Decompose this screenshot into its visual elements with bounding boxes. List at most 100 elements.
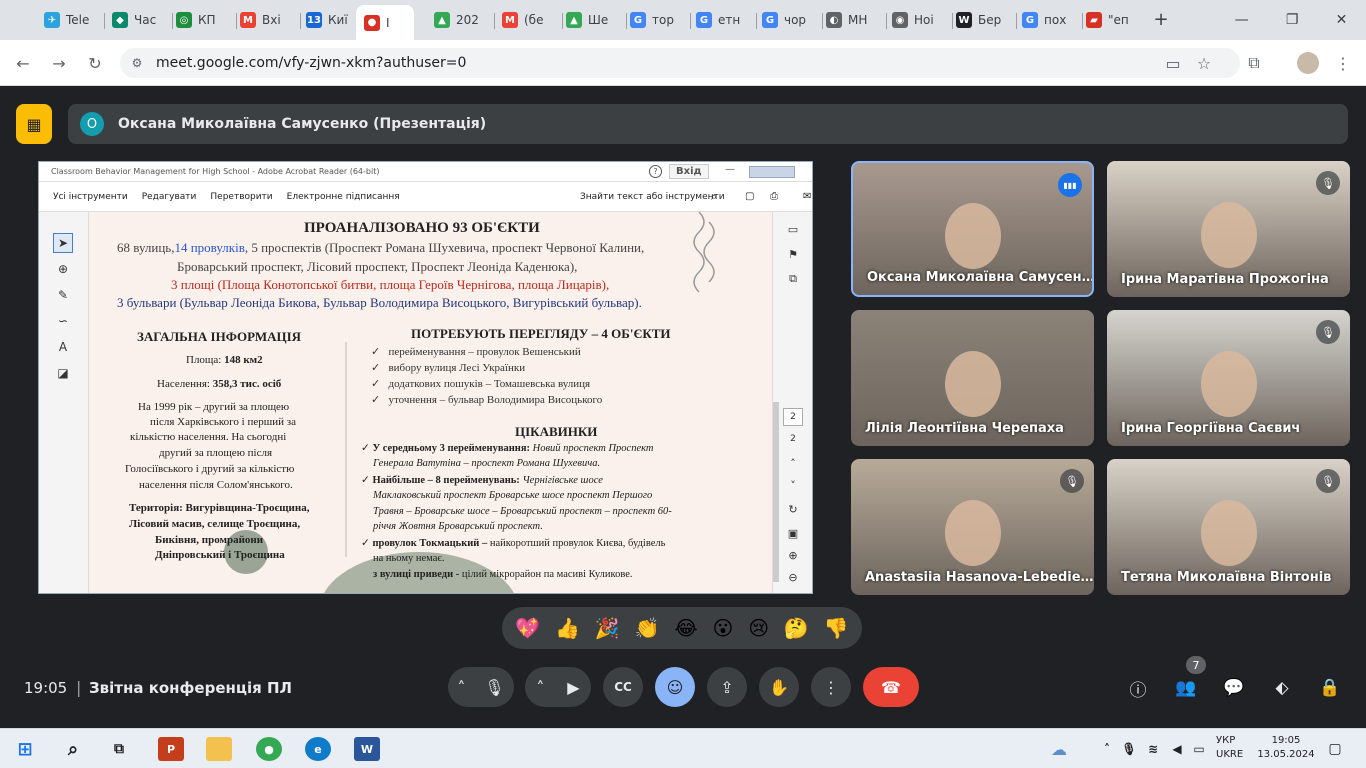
acrobat-signin-button[interactable]: Вхід: [669, 164, 709, 179]
profile-avatar[interactable]: [1297, 52, 1319, 74]
help-icon[interactable]: ?: [649, 165, 662, 178]
reaction-emoji-button[interactable]: 😮: [713, 616, 734, 640]
zoom-in-icon[interactable]: ⊕: [783, 546, 803, 564]
bookmark-panel-icon[interactable]: ⚑: [783, 245, 803, 263]
tray-mic-icon[interactable]: 🎙: [1116, 737, 1142, 761]
reaction-emoji-button[interactable]: 💖: [515, 616, 540, 640]
reaction-emoji-button[interactable]: 😢: [748, 616, 769, 640]
pages-panel-icon[interactable]: ⧉: [783, 270, 803, 288]
file-explorer-icon[interactable]: [206, 737, 232, 761]
acrobat-search[interactable]: Знайти текст або інструменти: [580, 192, 725, 202]
browser-tab[interactable]: ◎ КП: [176, 6, 232, 34]
leave-call-button[interactable]: ☎: [863, 667, 919, 707]
bookmark-star-icon[interactable]: ☆: [1193, 52, 1215, 74]
browser-tab[interactable]: Gетн: [696, 6, 752, 34]
select-tool-icon[interactable]: ➤: [53, 233, 73, 253]
zoom-out-icon[interactable]: ⊖: [783, 568, 803, 586]
acrobat-minimize-icon[interactable]: —: [725, 164, 735, 175]
task-view-icon[interactable]: ⧉: [106, 737, 132, 761]
minimize-icon[interactable]: —: [1235, 12, 1249, 28]
meeting-info-icon[interactable]: ⓘ: [1125, 675, 1151, 701]
page-number[interactable]: 2: [783, 408, 803, 426]
edge-icon[interactable]: e: [305, 737, 331, 761]
acrobat-window-buttons[interactable]: [749, 166, 795, 178]
reaction-emoji-button[interactable]: 😂: [674, 616, 697, 640]
participant-tile[interactable]: Anastasiia Hasanova-Lebedie… 🎙: [851, 459, 1094, 595]
chat-icon[interactable]: 💬: [1221, 675, 1247, 701]
text-select-icon[interactable]: A: [53, 337, 73, 357]
save-icon[interactable]: ▢: [745, 191, 754, 202]
comment-panel-icon[interactable]: ▭: [783, 220, 803, 238]
captions-button[interactable]: CC: [603, 667, 643, 707]
participant-tile[interactable]: Лілія Леонтіївна Черепаха: [851, 310, 1094, 446]
reaction-emoji-button[interactable]: 👎: [824, 616, 849, 640]
wifi-icon[interactable]: ≋: [1140, 737, 1166, 761]
browser-tab[interactable]: ✈ Tele: [44, 6, 100, 34]
browser-tab[interactable]: Gпох: [1022, 6, 1078, 34]
browser-tab[interactable]: W Бер: [956, 6, 1012, 34]
fit-page-icon[interactable]: ▣: [783, 524, 803, 542]
word-icon[interactable]: W: [354, 737, 380, 761]
participant-tile[interactable]: Тетяна Миколаївна Вінтонів 🎙: [1107, 459, 1350, 595]
browser-tab[interactable]: ◐ МН: [826, 6, 882, 34]
present-button[interactable]: ⇪: [707, 667, 747, 707]
maximize-icon[interactable]: ❐: [1286, 12, 1299, 28]
people-icon[interactable]: 👥: [1173, 675, 1199, 701]
pen-tool-icon[interactable]: ✎: [53, 285, 73, 305]
menu-convert[interactable]: Перетворити: [210, 192, 272, 202]
browser-tab[interactable]: 13 Киї: [306, 6, 362, 34]
chrome-menu-icon[interactable]: ⋮: [1332, 52, 1354, 74]
notifications-icon[interactable]: ▢: [1322, 737, 1348, 761]
reaction-emoji-button[interactable]: 🎉: [595, 616, 620, 640]
browser-tab[interactable]: ◆ Час: [112, 6, 168, 34]
camera-icon[interactable]: ▶: [567, 678, 579, 697]
close-icon[interactable]: ✕: [1336, 12, 1348, 28]
video-options-icon[interactable]: ˄: [536, 678, 544, 697]
browser-tab[interactable]: Gтор: [630, 6, 686, 34]
raise-hand-button[interactable]: ✋: [759, 667, 799, 707]
search-icon[interactable]: ⌕: [711, 190, 717, 204]
weather-icon[interactable]: ☁: [1046, 737, 1072, 761]
system-clock[interactable]: 19:05 13.05.2024: [1256, 734, 1316, 762]
audio-options-icon[interactable]: ˄: [457, 678, 465, 697]
site-info-icon[interactable]: ⚙: [126, 52, 148, 74]
mail-icon[interactable]: ✉: [803, 191, 811, 202]
microphone-icon[interactable]: 🎙: [484, 678, 504, 697]
menu-edit[interactable]: Редагувати: [142, 192, 197, 202]
extensions-icon[interactable]: ⧉: [1243, 52, 1265, 74]
page-up-icon[interactable]: ˄: [783, 454, 803, 472]
participant-tile[interactable]: Ірина Маратівна Прожогіна 🎙: [1107, 161, 1350, 297]
reaction-emoji-button[interactable]: 👍: [555, 616, 580, 640]
menu-all-tools[interactable]: Усі інструменти: [53, 192, 128, 202]
browser-tab[interactable]: ▲ Ше: [566, 6, 622, 34]
menu-esign[interactable]: Електронне підписання: [287, 192, 400, 202]
draw-tool-icon[interactable]: ∽: [53, 311, 73, 331]
participant-tile[interactable]: Ірина Георгіївна Саєвич 🎙: [1107, 310, 1350, 446]
activities-icon[interactable]: ⬖: [1269, 675, 1295, 701]
browser-tab[interactable]: M (бе: [502, 6, 558, 34]
browser-tab[interactable]: ● Ⅰ: [356, 5, 414, 40]
print-icon[interactable]: ⎙: [770, 191, 778, 202]
taskbar-search-icon[interactable]: ⌕: [60, 737, 86, 761]
back-icon[interactable]: ←: [12, 52, 34, 74]
windows-start-icon[interactable]: ⊞: [12, 737, 38, 761]
browser-tab[interactable]: ▲ 202: [434, 6, 490, 34]
browser-tab[interactable]: ◉ Ноі: [892, 6, 948, 34]
camera-permission-icon[interactable]: ▭: [1162, 52, 1184, 74]
chrome-taskbar-icon[interactable]: ●: [256, 737, 282, 761]
host-controls-icon[interactable]: 🔒: [1317, 675, 1343, 701]
browser-tab[interactable]: M Вхі: [240, 6, 296, 34]
new-tab-button[interactable]: +: [1150, 8, 1172, 30]
stamp-tool-icon[interactable]: ◪: [53, 363, 73, 383]
reaction-emoji-button[interactable]: 👏: [635, 616, 660, 640]
participant-tile[interactable]: Оксана Миколаївна Самусен… ▮▮▮: [851, 161, 1094, 297]
comment-tool-icon[interactable]: ⊕: [53, 259, 73, 279]
browser-tab[interactable]: ▰ "еп: [1086, 6, 1142, 34]
reload-icon[interactable]: ↻: [84, 52, 106, 74]
camera-control[interactable]: ˄ ▶: [525, 667, 591, 707]
battery-icon[interactable]: ▭: [1186, 737, 1212, 761]
scrollbar[interactable]: [773, 402, 779, 582]
rotate-icon[interactable]: ↻: [783, 500, 803, 518]
more-options-button[interactable]: ⋮: [811, 667, 851, 707]
browser-tab[interactable]: Gчор: [762, 6, 818, 34]
